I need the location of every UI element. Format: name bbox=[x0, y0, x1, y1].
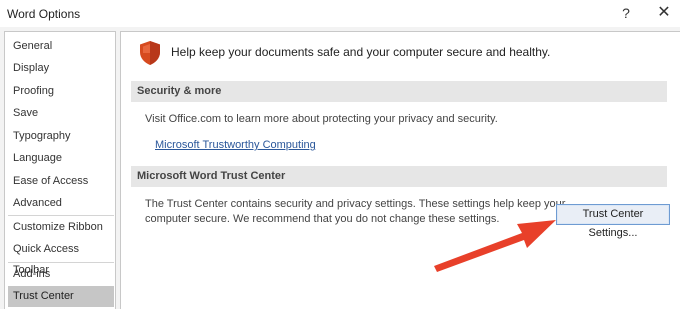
sidebar-item-label: Ease of Access bbox=[13, 175, 89, 187]
help-button[interactable]: ? bbox=[614, 3, 638, 23]
sidebar-item-label: Advanced bbox=[13, 197, 62, 209]
sidebar-item-label: Typography bbox=[13, 130, 71, 142]
page-header-text: Help keep your documents safe and your c… bbox=[171, 45, 551, 59]
sidebar-item-save[interactable]: Save bbox=[8, 103, 114, 124]
trust-center-panel: Help keep your documents safe and your c… bbox=[120, 31, 680, 309]
sidebar-item-label: Add-ins bbox=[13, 268, 51, 280]
sidebar-divider bbox=[8, 262, 114, 263]
sidebar-item-proofing[interactable]: Proofing bbox=[8, 81, 114, 102]
sidebar-item-ease-of-access[interactable]: Ease of Access bbox=[8, 171, 114, 192]
section-header-trust-center: Microsoft Word Trust Center bbox=[131, 166, 667, 187]
trust-center-description-line2: computer secure. We recommend that you d… bbox=[145, 213, 500, 225]
security-description: Visit Office.com to learn more about pro… bbox=[145, 113, 498, 125]
sidebar-item-label: General bbox=[13, 40, 53, 52]
shield-icon bbox=[140, 41, 160, 65]
sidebar-item-language[interactable]: Language bbox=[8, 148, 114, 169]
close-button[interactable]: ✕ bbox=[652, 3, 676, 23]
sidebar-item-label: Customize Ribbon bbox=[13, 221, 103, 233]
sidebar-item-label: Language bbox=[13, 152, 62, 164]
section-header-security: Security & more bbox=[131, 81, 667, 102]
sidebar-item-label: Save bbox=[13, 107, 39, 119]
sidebar-item-label: Display bbox=[13, 62, 50, 74]
sidebar-item-advanced[interactable]: Advanced bbox=[8, 193, 114, 214]
sidebar-item-display[interactable]: Display bbox=[8, 58, 114, 79]
trust-center-description-line1: The Trust Center contains security and p… bbox=[145, 198, 566, 210]
trust-center-settings-button[interactable]: Trust Center Settings... bbox=[556, 204, 670, 239]
sidebar-item-label: Trust Center bbox=[13, 290, 74, 302]
sidebar-item-general[interactable]: General bbox=[8, 36, 114, 57]
options-sidebar: General Display Proofing Save Typography… bbox=[4, 31, 116, 309]
sidebar-divider bbox=[8, 215, 114, 216]
sidebar-item-add-ins[interactable]: Add-ins bbox=[8, 264, 114, 285]
title-bar: Word Options ? ✕ bbox=[0, 0, 680, 27]
sidebar-item-typography[interactable]: Typography bbox=[8, 126, 114, 147]
sidebar-item-label: Proofing bbox=[13, 85, 54, 97]
sidebar-item-quick-access-toolbar[interactable]: Quick Access Toolbar bbox=[8, 239, 114, 276]
dialog-body: General Display Proofing Save Typography… bbox=[0, 27, 680, 309]
sidebar-item-trust-center[interactable]: Trust Center bbox=[8, 286, 114, 307]
trustworthy-computing-link[interactable]: Microsoft Trustworthy Computing bbox=[155, 139, 316, 151]
sidebar-item-customize-ribbon[interactable]: Customize Ribbon bbox=[8, 217, 114, 238]
window-title: Word Options bbox=[7, 7, 81, 21]
